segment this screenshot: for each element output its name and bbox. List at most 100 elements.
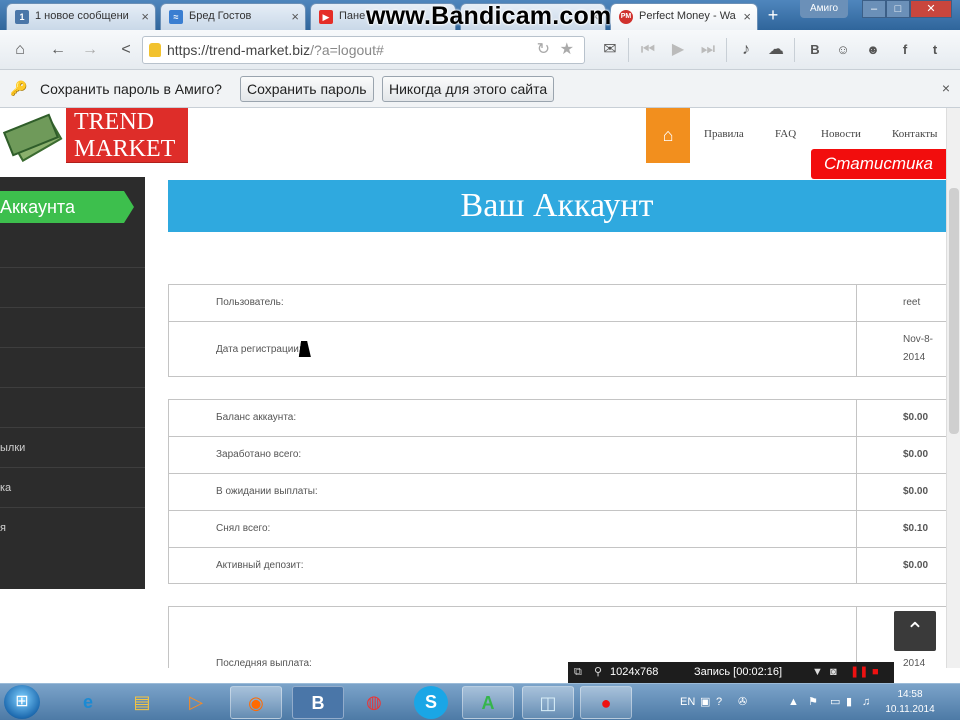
help-icon[interactable]: ? xyxy=(716,684,722,720)
reload-icon[interactable]: ↻ xyxy=(537,39,550,59)
row-value: $0.00 xyxy=(903,486,929,497)
magnifier-icon[interactable]: ⚲ xyxy=(594,662,602,683)
site-logo[interactable]: TREND MARKET xyxy=(0,108,188,163)
row-label: Последняя выплата: xyxy=(216,658,312,668)
row-label: Заработано всего: xyxy=(216,449,302,460)
table-row: В ожидании выплаты: $0.00 xyxy=(169,473,946,510)
menu-item-faq[interactable]: FAQ xyxy=(775,128,796,140)
forward-arrow-icon[interactable]: → xyxy=(76,37,104,63)
sidebar-item[interactable] xyxy=(0,387,145,427)
address-bar[interactable]: https://trend-market.biz/?a=logout# ↻ ★ xyxy=(142,36,585,64)
media-player-icon[interactable]: ▷ xyxy=(170,686,222,719)
facebook-icon[interactable]: f xyxy=(894,39,916,61)
record-icon[interactable]: ● xyxy=(580,686,632,719)
tab-perfect-money[interactable]: PM Perfect Money - Wa × xyxy=(610,3,758,30)
tab-title: Пане xyxy=(339,10,366,22)
close-icon[interactable]: × xyxy=(291,4,299,29)
sidebar-item[interactable] xyxy=(0,347,145,387)
previous-track-icon[interactable]: ⏮ xyxy=(634,37,662,63)
amigo-icon[interactable]: A xyxy=(462,686,514,719)
pause-icon[interactable]: ❚❚ xyxy=(850,662,868,683)
new-tab-button[interactable]: + xyxy=(760,4,786,26)
vk-favicon-icon: 1 xyxy=(15,10,29,24)
home-icon[interactable]: ⌂ xyxy=(6,37,34,63)
chrome-icon[interactable]: ◍ xyxy=(348,686,400,719)
tab-vk-messages[interactable]: 1 1 новое сообщени × xyxy=(6,3,156,30)
next-track-icon[interactable]: ⏭ xyxy=(694,37,722,63)
share-icon[interactable]: < xyxy=(112,37,140,63)
tab-title: Perfect Money - Wa xyxy=(639,10,736,22)
close-icon[interactable]: × xyxy=(942,80,950,96)
keyboard-icon[interactable]: ▣ xyxy=(700,684,710,720)
scroll-to-top-button[interactable]: ⌃ xyxy=(894,611,936,651)
file-explorer-icon[interactable]: ▤ xyxy=(116,686,168,719)
menu-item-news[interactable]: Новости xyxy=(821,128,861,140)
balance-table: Баланс аккаунта: $0.00 Заработано всего:… xyxy=(168,399,946,584)
scrollbar-thumb[interactable] xyxy=(949,188,959,434)
show-hidden-icons[interactable]: ▲ xyxy=(788,684,799,720)
stop-icon[interactable]: ■ xyxy=(872,662,879,683)
tab-strip: 1 1 новое сообщени × ≈ Бред Гостов × ▶ П… xyxy=(0,0,960,30)
sidebar-item[interactable]: ылки xyxy=(0,427,145,467)
youtube-favicon-icon: ▶ xyxy=(319,10,333,24)
bookmark-star-icon[interactable]: ★ xyxy=(560,39,574,59)
home-icon[interactable]: ⌂ xyxy=(646,108,690,163)
statistics-button[interactable]: Статистика xyxy=(811,149,946,179)
table-row: Дата регистрации: Nov-8- 2014 xyxy=(169,321,946,376)
sidebar-item[interactable] xyxy=(0,307,145,347)
logo-text-line2: MARKET xyxy=(74,136,176,162)
close-icon[interactable]: × xyxy=(141,4,149,29)
recording-status: Запись [00:02:16] xyxy=(694,666,783,678)
notes-icon[interactable]: ◫ xyxy=(522,686,574,719)
vk-app-icon[interactable]: В xyxy=(292,686,344,719)
tab-bred-gostov[interactable]: ≈ Бред Гостов × xyxy=(160,3,306,30)
language-indicator[interactable]: EN xyxy=(680,684,695,720)
toolbar-separator xyxy=(628,38,629,62)
system-clock[interactable]: 14:58 10.11.2014 xyxy=(882,687,938,717)
sidebar-item[interactable] xyxy=(0,267,145,307)
browser-user-label[interactable]: Амиго xyxy=(800,0,849,18)
tab-title: Бред Гостов xyxy=(189,10,252,22)
sidebar-item[interactable]: ка xyxy=(0,467,145,507)
friends-icon[interactable]: ☻ xyxy=(862,39,884,61)
close-icon[interactable]: × xyxy=(743,4,751,29)
window-icon[interactable]: ⧉ xyxy=(574,662,582,683)
page-title: Ваш Аккаунт xyxy=(168,180,946,232)
back-arrow-icon[interactable]: ← xyxy=(44,37,72,63)
twitter-icon[interactable]: t xyxy=(924,39,946,61)
key-icon: 🔑 xyxy=(10,80,28,96)
play-icon[interactable]: ▶ xyxy=(664,37,692,63)
signal-icon[interactable]: ▮ xyxy=(846,684,852,720)
flag-icon[interactable]: ⚑ xyxy=(808,684,818,720)
minimize-button[interactable]: – xyxy=(862,0,886,18)
perfect-money-favicon-icon: PM xyxy=(619,10,633,24)
odnoklassniki-icon[interactable]: ☺ xyxy=(832,39,854,61)
volume-icon[interactable]: ♫ xyxy=(862,684,870,720)
windows-taskbar: ⊞ e ▤ ▷ ◉ В ◍ S A ◫ ● EN ▣ ? ✇ ▲ ⚑ ▭ ▮ ♫… xyxy=(0,683,960,720)
camera-icon[interactable]: ◙ xyxy=(830,662,837,683)
firefox-icon[interactable]: ◉ xyxy=(230,686,282,719)
row-value-cell: reet xyxy=(856,285,946,321)
mouse-cursor-icon xyxy=(298,341,314,357)
save-password-button[interactable]: Сохранить пароль xyxy=(240,76,374,102)
monitor-icon[interactable]: ▭ xyxy=(830,684,840,720)
sidebar-item[interactable]: я xyxy=(0,507,145,547)
url-text[interactable]: https://trend-market.biz/?a=logout# xyxy=(167,37,384,63)
start-button[interactable]: ⊞ xyxy=(4,685,40,719)
music-note-icon[interactable]: ♪ xyxy=(732,37,760,63)
mail-icon[interactable]: ✉ xyxy=(596,37,624,63)
menu-item-contacts[interactable]: Контакты xyxy=(892,128,937,140)
page-scrollbar[interactable] xyxy=(946,108,960,668)
row-value: 2014 xyxy=(903,658,926,668)
internet-explorer-icon[interactable]: e xyxy=(62,686,114,719)
maximize-button[interactable]: □ xyxy=(886,0,910,18)
network-icon[interactable]: ✇ xyxy=(738,684,747,720)
chat-icon[interactable]: ☁ xyxy=(762,37,790,63)
dropdown-arrow-icon[interactable]: ▼ xyxy=(812,662,823,683)
skype-icon[interactable]: S xyxy=(414,686,448,719)
never-for-site-button[interactable]: Никогда для этого сайта xyxy=(382,76,555,102)
menu-item-rules[interactable]: Правила xyxy=(704,128,744,140)
web-page: TREND MARKET ⌂ Правила FAQ Новости Конта… xyxy=(0,108,946,668)
window-close-button[interactable]: ✕ xyxy=(910,0,952,18)
vkontakte-icon[interactable]: В xyxy=(804,39,826,61)
